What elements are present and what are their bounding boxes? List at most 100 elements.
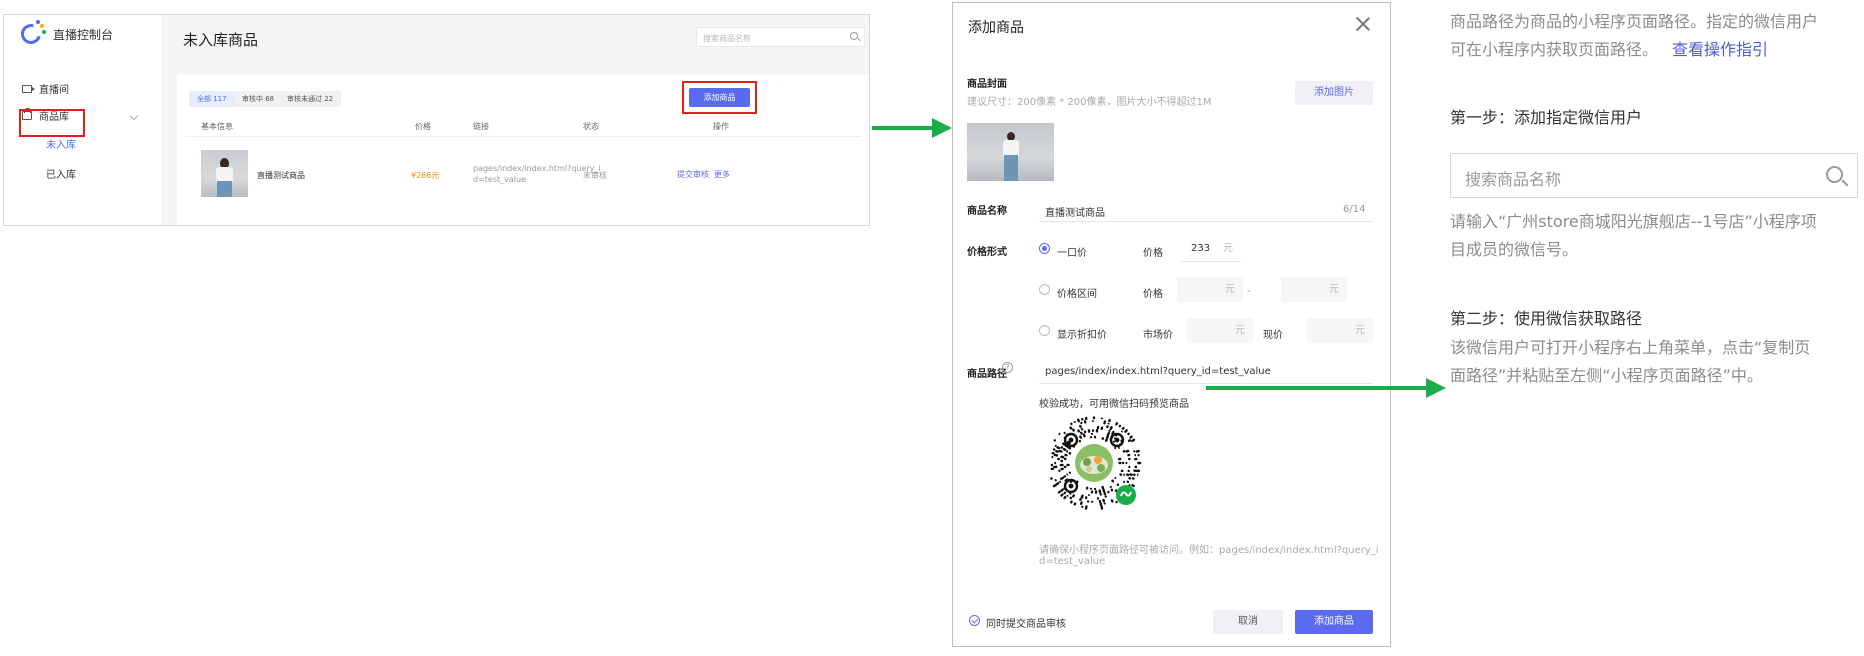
submit-review-label: 同时提交商品审核 bbox=[986, 619, 1066, 630]
main-content: 未入库商品 搜索商品名称 全部 117 审核中 68 审核未通过 22 添加商品… bbox=[161, 15, 869, 225]
guide-intro-line2-wrap: 可在小程序内获取页面路径。 查看操作指引 bbox=[1450, 36, 1860, 64]
unit-label: 元 bbox=[1355, 325, 1365, 336]
path-input-value[interactable]: pages/index/index.html?query_id=test_val… bbox=[1045, 366, 1271, 377]
guide-intro-line2: 可在小程序内获取页面路径。 bbox=[1450, 40, 1659, 59]
step2-desc: 该微信用户可打开小程序右上角菜单，点击“复制页 面路径”并粘贴至左侧“小程序页面… bbox=[1450, 334, 1860, 390]
app-title: 直播控制台 bbox=[53, 28, 114, 42]
dialog-title: 添加商品 bbox=[968, 20, 1024, 36]
help-icon[interactable]: ? bbox=[1002, 362, 1013, 373]
cover-label: 商品封面 bbox=[967, 79, 1007, 90]
step1-desc-line1: 请输入“广州store商城阳光旗舰店--1号店”小程序项 bbox=[1450, 212, 1817, 231]
filter-tab-all[interactable]: 全部 117 bbox=[189, 91, 235, 107]
name-input-underline bbox=[1039, 221, 1373, 222]
filter-tab-reviewing[interactable]: 审核中 68 bbox=[234, 91, 283, 107]
name-label: 商品名称 bbox=[967, 206, 1007, 217]
price-value: 233 bbox=[1191, 243, 1211, 254]
flow-arrow bbox=[1206, 378, 1446, 398]
column-header: 链接 bbox=[473, 122, 489, 131]
highlight-box-add-goods bbox=[682, 81, 757, 114]
goods-table-card: 全部 117 审核中 68 审核未通过 22 添加商品 基本信息 价格 链接 状… bbox=[177, 75, 869, 225]
product-link-line1: pages/index/index.html?query_i bbox=[473, 164, 601, 173]
product-thumbnail bbox=[201, 150, 248, 197]
path-input-underline bbox=[1039, 383, 1373, 384]
current-price-input[interactable]: 元 bbox=[1307, 318, 1373, 343]
search-placeholder: 搜索商品名称 bbox=[703, 34, 751, 43]
radio-discount-price[interactable] bbox=[1039, 325, 1050, 336]
radio-fixed-price[interactable] bbox=[1039, 243, 1050, 254]
sidebar: 直播控制台 直播间 商品库 未入库 已入库 bbox=[4, 15, 161, 225]
search-icon[interactable] bbox=[1826, 166, 1843, 183]
product-link-line2: d=test_value bbox=[473, 175, 526, 184]
sidebar-item-live-room[interactable]: 直播间 bbox=[22, 81, 69, 96]
column-header: 操作 bbox=[713, 122, 729, 131]
step2-desc-line1: 该微信用户可打开小程序右上角菜单，点击“复制页 bbox=[1450, 338, 1811, 357]
option-price-range: 价格区间 bbox=[1057, 289, 1097, 300]
step2-desc-line2: 面路径”并粘贴至左侧“小程序页面路径”中。 bbox=[1450, 366, 1763, 385]
option-fixed-price: 一口价 bbox=[1057, 248, 1087, 259]
guide-intro: 商品路径为商品的小程序页面路径。指定的微信用户 可在小程序内获取页面路径。 查看操… bbox=[1450, 8, 1860, 64]
chevron-down-icon[interactable] bbox=[129, 111, 139, 121]
search-input[interactable]: 搜索商品名称 bbox=[696, 27, 865, 47]
search-placeholder: 搜索商品名称 bbox=[1465, 170, 1562, 189]
sidebar-item-label: 直播间 bbox=[39, 85, 69, 96]
flow-arrow bbox=[872, 118, 952, 138]
close-icon[interactable] bbox=[1354, 15, 1372, 33]
path-success-text: 校验成功，可用微信扫码预览商品 bbox=[1039, 399, 1189, 410]
price-label: 价格 bbox=[1143, 248, 1163, 259]
sidebar-item-not-in-library[interactable]: 未入库 bbox=[46, 136, 76, 151]
add-goods-dialog: 添加商品 商品封面 建议尺寸：200像素 * 200像素，图片大小不得超过1M … bbox=[952, 2, 1391, 647]
confirm-add-goods-button[interactable]: 添加商品 bbox=[1295, 610, 1373, 634]
cover-hint: 建议尺寸：200像素 * 200像素，图片大小不得超过1M bbox=[967, 97, 1212, 108]
sidebar-item-label: 已入库 bbox=[46, 170, 76, 181]
more-link[interactable]: 更多 bbox=[714, 169, 730, 180]
sidebar-item-in-library[interactable]: 已入库 bbox=[46, 166, 76, 181]
price-label: 价格 bbox=[1143, 289, 1163, 300]
unit-label: 元 bbox=[1223, 243, 1233, 254]
unit-label: 元 bbox=[1329, 284, 1339, 295]
unit-label: 元 bbox=[1225, 284, 1235, 295]
market-price-label: 市场价 bbox=[1143, 330, 1173, 341]
table-divider bbox=[185, 136, 861, 137]
wechat-user-search-input[interactable]: 搜索商品名称 bbox=[1450, 153, 1858, 198]
range-dash: - bbox=[1247, 286, 1251, 297]
price-form-label: 价格形式 bbox=[967, 247, 1007, 258]
status-text: 未审核 bbox=[583, 171, 607, 180]
range-min-input[interactable]: 元 bbox=[1177, 277, 1243, 302]
guide-intro-line1: 商品路径为商品的小程序页面路径。指定的微信用户 bbox=[1450, 12, 1819, 31]
mini-program-qr-code bbox=[1044, 413, 1144, 513]
column-header: 状态 bbox=[583, 122, 599, 131]
radio-price-range[interactable] bbox=[1039, 284, 1050, 295]
path-label: 商品路径 bbox=[967, 369, 1007, 380]
range-max-input[interactable]: 元 bbox=[1281, 277, 1347, 302]
highlight-box-not-in-library bbox=[19, 109, 85, 137]
cover-image bbox=[967, 123, 1054, 181]
step1-desc-line2: 目成员的微信号。 bbox=[1450, 240, 1579, 259]
price-input-underline bbox=[1181, 261, 1241, 262]
path-hint-line2: d=test_value bbox=[1039, 556, 1106, 567]
step2-title: 第二步：使用微信获取路径 bbox=[1450, 309, 1643, 328]
product-name: 直播测试商品 bbox=[257, 171, 305, 180]
name-input-value[interactable]: 直播测试商品 bbox=[1045, 204, 1105, 219]
name-char-count: 6/14 bbox=[1343, 204, 1366, 215]
live-console-window: 直播控制台 直播间 商品库 未入库 已入库 未入库商品 搜索商品名称 全部 11… bbox=[3, 14, 870, 226]
path-hint-line1: 请确保小程序页面路径可被访问。例如：pages/index/index.html… bbox=[1039, 545, 1379, 556]
option-discount-price: 显示折扣价 bbox=[1057, 330, 1107, 341]
sidebar-item-label: 未入库 bbox=[46, 140, 76, 151]
view-guide-link[interactable]: 查看操作指引 bbox=[1672, 40, 1768, 59]
submit-review-checkbox[interactable] bbox=[969, 615, 980, 626]
step1-title: 第一步：添加指定微信用户 bbox=[1450, 108, 1643, 127]
product-price: ¥266元 bbox=[411, 171, 440, 180]
current-price-label: 现价 bbox=[1263, 330, 1283, 341]
cancel-button[interactable]: 取消 bbox=[1213, 610, 1283, 634]
filter-tab-rejected[interactable]: 审核未通过 22 bbox=[279, 91, 342, 107]
camera-icon bbox=[22, 84, 35, 93]
add-image-button[interactable]: 添加图片 bbox=[1295, 81, 1373, 105]
page-title: 未入库商品 bbox=[183, 31, 259, 49]
search-icon[interactable] bbox=[850, 32, 858, 40]
column-header: 价格 bbox=[415, 122, 431, 131]
submit-review-link[interactable]: 提交审核 bbox=[677, 169, 709, 180]
market-price-input[interactable]: 元 bbox=[1187, 318, 1253, 343]
price-input[interactable]: 233 元 bbox=[1181, 236, 1241, 261]
column-header: 基本信息 bbox=[201, 122, 233, 131]
step1-desc: 请输入“广州store商城阳光旗舰店--1号店”小程序项 目成员的微信号。 bbox=[1450, 208, 1860, 264]
